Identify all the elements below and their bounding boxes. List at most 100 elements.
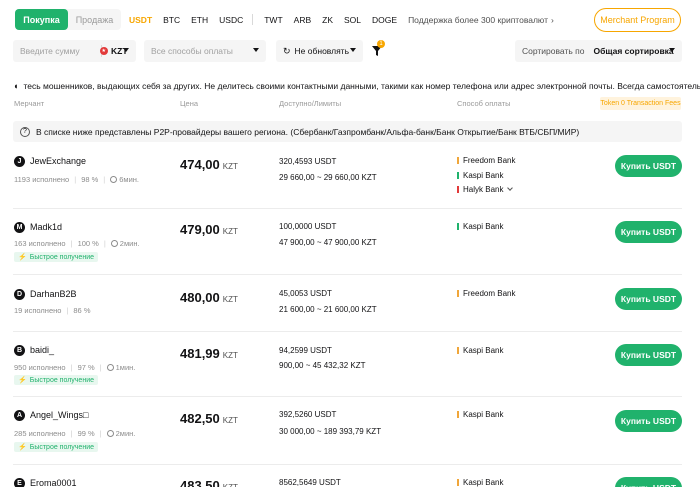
buy-usdt-button[interactable]: Купить USDT [615, 410, 682, 432]
buy-sell-toggle: Покупка Продажа [15, 9, 121, 30]
avatar: M [14, 222, 25, 233]
orders-count: 19 исполнено [14, 306, 62, 315]
payment-label: Kaspi Bank [463, 171, 504, 180]
price: 474,00 KZT [180, 157, 238, 172]
order-limits: 30 000,00 ~ 189 393,79 KZT [279, 427, 382, 436]
price-currency: KZT [222, 162, 238, 171]
avg-time: 2мин. [115, 429, 136, 438]
price: 483,50KZT [180, 478, 238, 487]
chevron-right-icon: › [551, 14, 554, 25]
merchant-stats: 950 исполнено | 97 % | 1мин. [14, 363, 136, 372]
price-value: 483,50 [180, 478, 220, 487]
tab-sell[interactable]: Продажа [68, 9, 121, 30]
merchant-program-button[interactable]: Merchant Program [594, 8, 681, 32]
header-available: Доступно/Лимиты [279, 99, 342, 108]
chevron-down-icon [669, 48, 675, 52]
price-value: 474,00 [180, 157, 220, 172]
refresh-icon: ↻ [283, 45, 291, 56]
completion-rate: 98 % [81, 175, 99, 184]
completion-rate: 100 % [77, 239, 99, 248]
coin-tab-arb[interactable]: ARB [294, 15, 311, 25]
price-currency: KZT [222, 416, 238, 425]
freedom-bank-marker [457, 157, 459, 164]
buy-usdt-button[interactable]: Купить USDT [615, 288, 682, 310]
refresh-select[interactable]: ↻ Не обновлять [276, 40, 363, 62]
scam-warning-banner: ◖ тесь мошенников, выдающих себя за друг… [13, 80, 700, 92]
avatar: B [14, 345, 25, 356]
region-notice-text: В списке ниже представлены P2P-провайдер… [36, 126, 580, 137]
completion-rate: 86 % [73, 306, 91, 315]
tab-buy[interactable]: Покупка [15, 9, 68, 30]
fast-receive-badge: ⚡ Быстрое получение [14, 442, 98, 452]
refresh-value: Не обновлять [294, 46, 349, 56]
merchant-name[interactable]: Madk1d [30, 222, 62, 232]
avatar: E [14, 478, 25, 487]
price-value: 480,00 [180, 290, 220, 305]
payment-method: Kaspi Bank [457, 478, 503, 487]
avatar: D [14, 289, 25, 300]
price: 482,50 KZT [180, 411, 238, 426]
payment-label: Freedom Bank [463, 156, 516, 165]
merchant-stats: 163 исполнено | 100 % | 2мин. [14, 239, 140, 248]
chevron-down-icon [123, 48, 129, 52]
buy-usdt-button[interactable]: Купить USDT [615, 221, 682, 243]
orders-count: 950 исполнено [14, 363, 66, 372]
coin-tab-sol[interactable]: SOL [344, 15, 361, 25]
more-coins-link[interactable]: Поддержка более 300 криптовалют › [408, 15, 554, 25]
available-amount: 320,4593 USDT [279, 157, 337, 166]
freedom-bank-marker [457, 290, 459, 297]
merchant-name[interactable]: DarhanB2B [30, 289, 77, 299]
amount-input[interactable]: Введите сумму KZT [13, 40, 136, 62]
coin-tab-btc[interactable]: BTC [163, 15, 180, 25]
fast-receive-label: Быстрое получение [29, 253, 94, 261]
kaspi-bank-marker [457, 347, 459, 354]
price-currency: KZT [222, 227, 238, 236]
payment-method: Kaspi Bank [457, 222, 503, 231]
buy-usdt-button[interactable]: Купить USDT [615, 477, 682, 487]
scam-warning-text: тесь мошенников, выдающих себя за других… [23, 81, 700, 91]
clock-icon [110, 176, 118, 183]
sort-label: Сортировать по [522, 46, 585, 56]
clock-icon [106, 364, 114, 371]
available-amount: 45,0053 USDT [279, 289, 332, 298]
sort-value: Общая сортировка [593, 46, 674, 56]
payment-method-select[interactable]: Все способы оплаты [144, 40, 266, 62]
kzt-flag-icon [100, 47, 108, 55]
coin-tab-usdt[interactable]: USDT [129, 15, 152, 25]
sort-select[interactable]: Сортировать по Общая сортировка [515, 40, 682, 62]
coin-tab-doge[interactable]: DOGE [372, 15, 397, 25]
orders-count: 285 исполнено [14, 429, 66, 438]
merchant-name[interactable]: Angel_Wings□ [30, 410, 88, 420]
merchant-name[interactable]: baidi_ [30, 345, 54, 355]
payment-label: Halyk Bank [463, 185, 504, 194]
chevron-down-icon [253, 48, 259, 52]
buy-usdt-button[interactable]: Купить USDT [615, 344, 682, 366]
price: 480,00 KZT [180, 290, 238, 305]
merchant-name[interactable]: JewExchange [30, 156, 86, 166]
price-currency: KZT [222, 295, 238, 304]
megaphone-icon: ◖ [13, 81, 19, 91]
amount-placeholder: Введите сумму [20, 46, 80, 56]
price-value: 481,99 [180, 346, 220, 361]
lightning-icon: ⚡ [18, 254, 27, 261]
payment-label: Kaspi Bank [463, 222, 504, 231]
orders-count: 163 исполнено [14, 239, 66, 248]
payment-method-expand[interactable]: Halyk Bank [457, 184, 514, 194]
coin-tab-eth[interactable]: ETH [191, 15, 208, 25]
buy-usdt-button[interactable]: Купить USDT [615, 155, 682, 177]
row-divider [13, 274, 682, 275]
price-value: 479,00 [180, 222, 220, 237]
merchant-stats: 19 исполнено | 86 % [14, 306, 91, 315]
order-limits: 29 660,00 ~ 29 660,00 KZT [279, 173, 377, 182]
top-bar: Покупка Продажа USDT BTC ETH USDC TWT AR… [0, 0, 700, 40]
coin-tab-zk[interactable]: ZK [322, 15, 333, 25]
payment-method: Kaspi Bank [457, 346, 503, 355]
available-amount: 392,5260 USDT [279, 410, 337, 419]
coin-tab-twt[interactable]: TWT [264, 15, 282, 25]
lightning-icon: ⚡ [18, 444, 27, 451]
order-limits: 47 900,00 ~ 47 900,00 KZT [279, 238, 377, 247]
coin-tab-usdc[interactable]: USDC [219, 15, 243, 25]
region-notice: ? В списке ниже представлены P2P-провайд… [13, 121, 682, 142]
merchant-name[interactable]: Eroma0001 [30, 478, 77, 487]
payment-label: Kaspi Bank [463, 346, 504, 355]
